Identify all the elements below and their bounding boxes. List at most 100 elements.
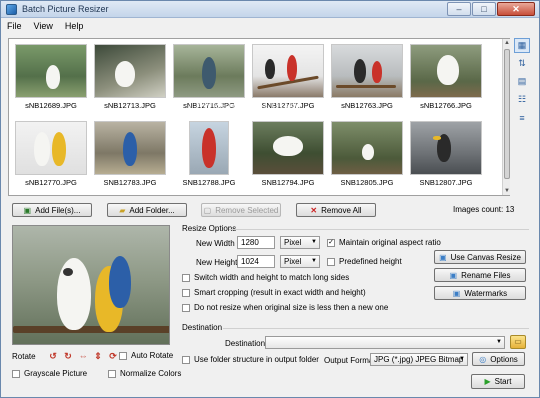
destination-title: Destination bbox=[182, 323, 223, 332]
options-icon: ◎ bbox=[479, 354, 487, 364]
thumbnail-filename: SNB12788.JPG bbox=[182, 178, 236, 187]
canvas-resize-icon: ▣ bbox=[439, 252, 447, 262]
add-files-icon: ▣ bbox=[23, 205, 32, 215]
thumbnail-item[interactable]: SNB12794.JPG bbox=[250, 119, 326, 199]
image-gallery[interactable]: sNB12689.JPG sNB12713.JPG sNB12715.JPG S… bbox=[8, 38, 510, 196]
flip-vertical-icon[interactable]: ⇕ bbox=[93, 351, 104, 361]
maximize-button[interactable]: □ bbox=[472, 2, 496, 16]
remove-selected-button[interactable]: ▢ Remove Selected bbox=[201, 203, 281, 217]
window-title: Batch Picture Resizer bbox=[22, 4, 109, 14]
destination-input[interactable]: ▼ bbox=[265, 336, 505, 349]
destination-divider bbox=[223, 328, 529, 329]
thumbnail-item[interactable]: SNB12805.JPG bbox=[329, 119, 405, 199]
remove-all-icon: ✕ bbox=[310, 205, 318, 215]
output-format-select[interactable]: JPG (*.jpg) JPEG Bitmap ▼ bbox=[370, 353, 468, 366]
thumbnails-view-icon[interactable]: ▦ bbox=[514, 38, 530, 53]
rotate-180-icon[interactable]: ⟳ bbox=[108, 351, 119, 361]
normalize-colors-checkbox[interactable]: Normalize Colors bbox=[108, 369, 181, 378]
thumbnail-image bbox=[410, 121, 482, 175]
thumbnail-image bbox=[173, 44, 245, 98]
chevron-down-icon: ▼ bbox=[496, 339, 502, 345]
thumbnail-image bbox=[15, 121, 87, 175]
thumbnail-item[interactable]: sNB12770.JPG bbox=[13, 119, 89, 199]
flip-horizontal-icon[interactable]: ⇔ bbox=[78, 351, 89, 361]
thumbnail-item[interactable]: SNB12783.JPG bbox=[92, 119, 168, 199]
thumbnail-image bbox=[189, 121, 229, 175]
chevron-down-icon: ▼ bbox=[311, 239, 317, 245]
thumbnail-filename: sNB12766.JPG bbox=[420, 101, 472, 110]
new-height-label: New Height bbox=[196, 258, 238, 267]
use-folder-structure-checkbox[interactable]: Use folder structure in output folder bbox=[182, 355, 319, 364]
menu-bar: File View Help bbox=[1, 19, 539, 33]
app-window: Batch Picture Resizer – □ ✕ File View He… bbox=[0, 0, 540, 398]
play-icon: ▶ bbox=[484, 377, 491, 386]
output-format-label: Output Format bbox=[324, 356, 376, 365]
thumbnail-item[interactable]: SNB12807.JPG bbox=[408, 119, 484, 199]
thumbnail-item[interactable]: sNB12766.JPG bbox=[408, 42, 484, 122]
rotate-controls: Rotate ↺ ↻ ⇔ ⇕ ⟳ bbox=[12, 350, 123, 362]
browse-folder-icon[interactable]: ▭ bbox=[510, 335, 526, 349]
height-unit-select[interactable]: Pixel ▼ bbox=[280, 255, 320, 268]
menu-help[interactable]: Help bbox=[65, 19, 84, 33]
thumbnail-image bbox=[15, 44, 87, 98]
thumbnail-filename: sNB12763.JPG bbox=[341, 101, 393, 110]
do-not-resize-checkbox[interactable]: Do not resize when original size is less… bbox=[182, 303, 388, 312]
scroll-thumb[interactable] bbox=[504, 49, 510, 179]
new-height-input[interactable]: 1024 bbox=[237, 255, 275, 268]
destination-label: Destination bbox=[225, 339, 266, 348]
use-canvas-resize-button[interactable]: ▣ Use Canvas Resize bbox=[434, 250, 526, 264]
watermarks-button[interactable]: ▣ Watermarks bbox=[434, 286, 526, 300]
thumbnail-filename: sNB12770.JPG bbox=[25, 178, 77, 187]
rotate-label: Rotate bbox=[12, 351, 36, 361]
thumbnail-filename: SNB12794.JPG bbox=[261, 178, 315, 187]
options-button[interactable]: ◎ Options bbox=[472, 352, 525, 366]
predefined-height-checkbox[interactable]: Predefined height bbox=[327, 257, 402, 266]
thumbnail-item[interactable]: SNB12788.JPG bbox=[171, 119, 247, 199]
add-files-button[interactable]: ▣ Add File(s)... bbox=[12, 203, 92, 217]
rotate-right-icon[interactable]: ↻ bbox=[63, 351, 74, 361]
scroll-down-icon[interactable]: ▼ bbox=[503, 187, 511, 195]
new-width-label: New Width bbox=[196, 239, 235, 248]
rotate-left-icon[interactable]: ↺ bbox=[48, 351, 59, 361]
menu-file[interactable]: File bbox=[7, 19, 22, 33]
menu-view[interactable]: View bbox=[34, 19, 53, 33]
width-unit-select[interactable]: Pixel ▼ bbox=[280, 236, 320, 249]
auto-rotate-checkbox[interactable]: Auto Rotate bbox=[119, 351, 173, 360]
watermark-icon: ▣ bbox=[452, 288, 461, 298]
chevron-down-icon: ▼ bbox=[311, 258, 317, 264]
minimize-button[interactable]: – bbox=[447, 2, 471, 16]
switch-width-height-checkbox[interactable]: Switch width and height to match long si… bbox=[182, 273, 349, 282]
thumbnail-image bbox=[331, 121, 403, 175]
thumbnail-item[interactable]: sNB12689.JPG bbox=[13, 42, 89, 122]
gallery-scrollbar[interactable]: ▲ ▼ bbox=[502, 39, 510, 195]
chevron-down-icon: ▼ bbox=[459, 356, 465, 362]
thumbnail-image bbox=[252, 121, 324, 175]
remove-all-button[interactable]: ✕ Remove All bbox=[296, 203, 376, 217]
maintain-aspect-checkbox[interactable]: ✓ Maintain original aspect ratio bbox=[327, 238, 441, 247]
smart-cropping-checkbox[interactable]: Smart cropping (result in exact width an… bbox=[182, 288, 366, 297]
remove-selected-icon: ▢ bbox=[203, 205, 212, 215]
thumbnail-item[interactable]: sNB12763.JPG bbox=[329, 42, 405, 122]
thumbnail-image bbox=[331, 44, 403, 98]
add-folder-button[interactable]: ▰ Add Folder... bbox=[107, 203, 187, 217]
view-mode-toolbar: ▦ ⇅ ▤ ☷ ≡ bbox=[514, 38, 534, 128]
folder-icon: ▰ bbox=[119, 205, 126, 215]
start-button[interactable]: ▶ Start bbox=[471, 374, 525, 389]
rename-icon: ▣ bbox=[449, 270, 458, 280]
list-view-icon[interactable]: ≡ bbox=[514, 110, 530, 125]
thumbnail-item[interactable]: sNB12713.JPG bbox=[92, 42, 168, 122]
rename-files-button[interactable]: ▣ Rename Files bbox=[434, 268, 526, 282]
small-icons-view-icon[interactable]: ▤ bbox=[514, 74, 530, 89]
scroll-up-icon[interactable]: ▲ bbox=[503, 39, 511, 47]
resize-options-divider bbox=[229, 229, 529, 230]
watermark-text: LAWYERMENT.COM bbox=[189, 101, 299, 112]
close-button[interactable]: ✕ bbox=[497, 2, 535, 16]
new-width-input[interactable]: 1280 bbox=[237, 236, 275, 249]
sort-az-icon[interactable]: ⇅ bbox=[514, 56, 530, 71]
grayscale-checkbox[interactable]: Grayscale Picture bbox=[12, 369, 87, 378]
preview-image bbox=[12, 225, 170, 345]
images-count: Images count: 13 bbox=[453, 205, 515, 214]
details-view-icon[interactable]: ☷ bbox=[514, 92, 530, 107]
thumbnail-filename: sNB12713.JPG bbox=[104, 101, 156, 110]
thumbnail-image bbox=[410, 44, 482, 98]
